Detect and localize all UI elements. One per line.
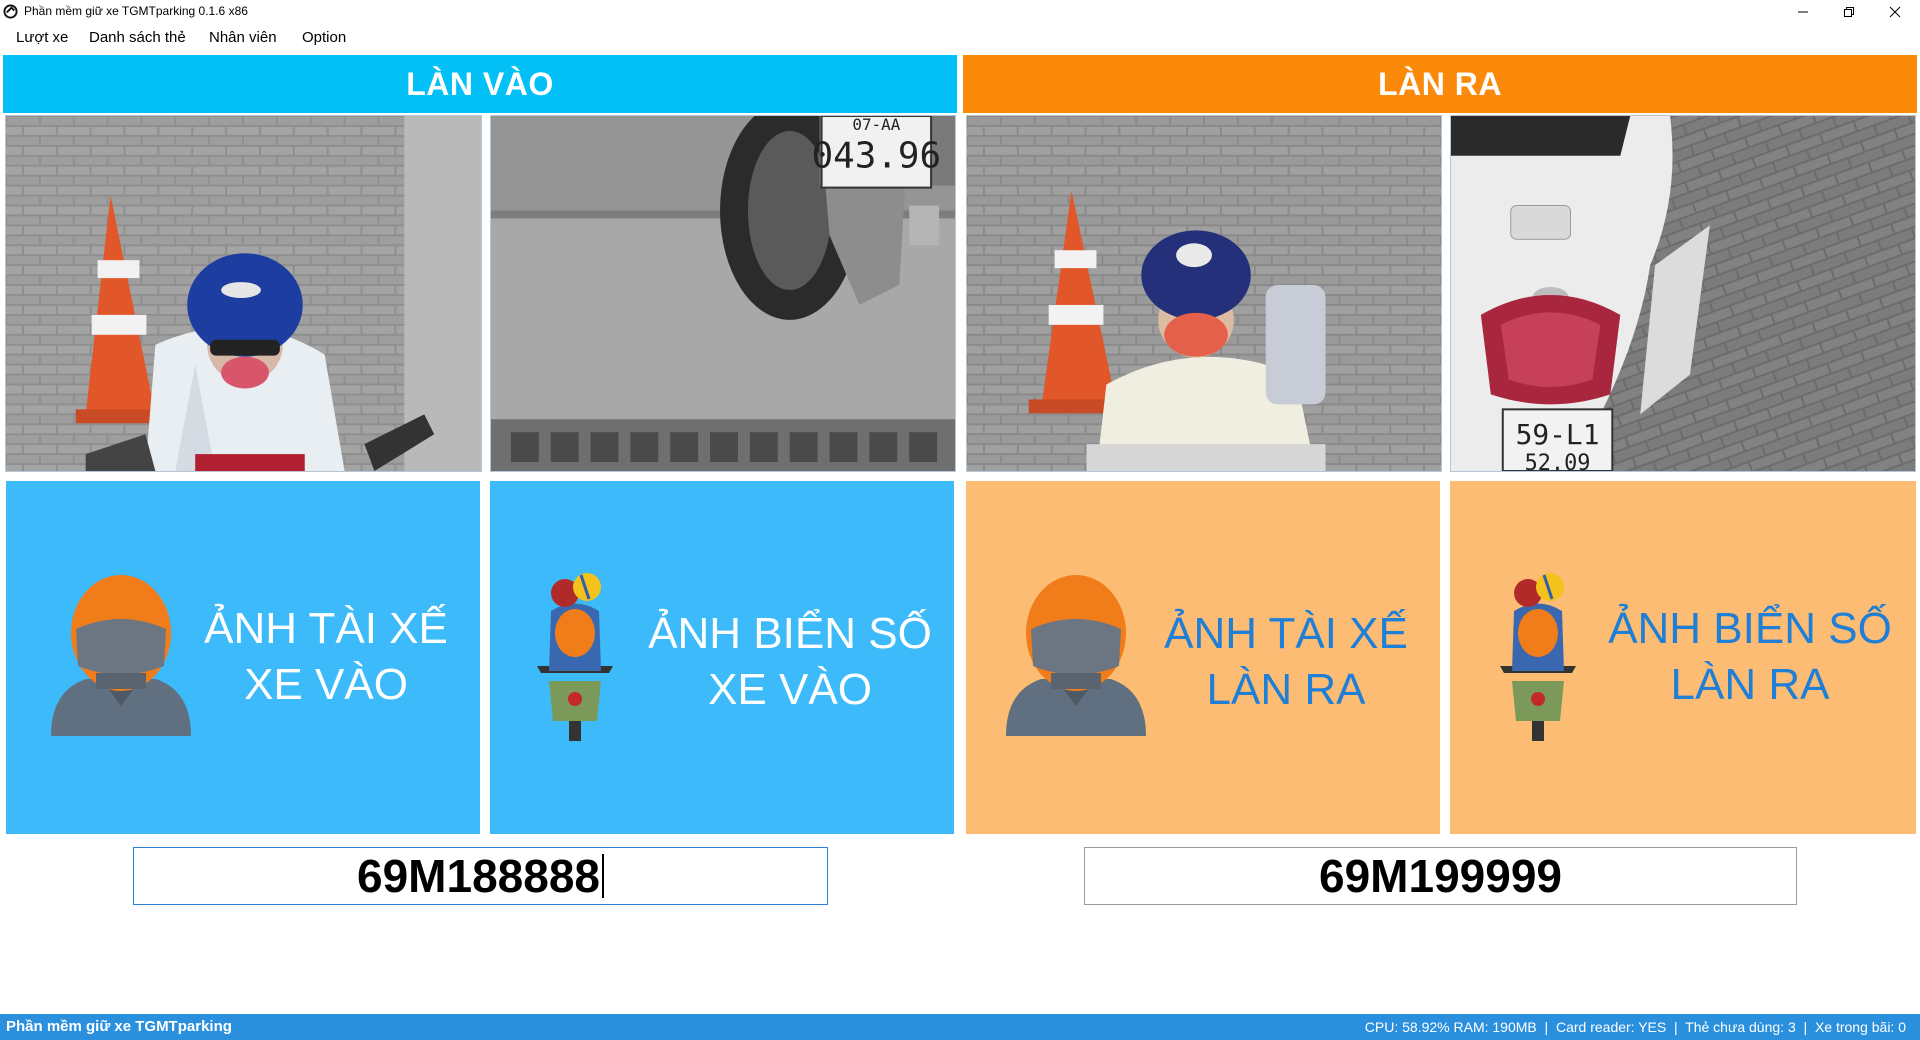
lane-out-plate-image-bottom: 52.09 — [1525, 451, 1591, 471]
lane-out-plate-photo-panel: ẢNH BIỂN SỐ LÀN RA — [1450, 481, 1916, 834]
menu-danh-sach-the[interactable]: Danh sách thẻ — [89, 29, 186, 46]
menu-luot-xe[interactable]: Lượt xe — [16, 29, 68, 46]
minimize-icon — [1798, 11, 1808, 13]
menu-option[interactable]: Option — [302, 29, 346, 46]
status-separator: | — [1544, 1019, 1549, 1035]
lane-in-plate-camera: 07-AA 043.96 — [490, 115, 956, 472]
status-vehicles-in-lot: Xe trong bãi: 0 — [1814, 1019, 1906, 1035]
title-bar: Phần mềm giữ xe TGMTparking 0.1.6 x86 — [0, 0, 1920, 24]
window-title: Phần mềm giữ xe TGMTparking 0.1.6 x86 — [24, 4, 248, 18]
lane-out-driver-camera — [966, 115, 1442, 472]
lane-out-driver-photo-panel: ẢNH TÀI XẾ LÀN RA — [966, 481, 1440, 834]
helmet-driver-icon — [51, 575, 191, 736]
status-separator: | — [1674, 1019, 1678, 1035]
lane-out-plate-label-2: LÀN RA — [1670, 660, 1830, 709]
lane-out-driver-label-2: LÀN RA — [1206, 665, 1366, 714]
lane-in-driver-camera — [5, 115, 482, 472]
lane-in-plate-image-top: 07-AA — [852, 116, 900, 134]
menu-nhan-vien[interactable]: Nhân viên — [209, 29, 277, 46]
lane-out-header: LÀN RA — [963, 55, 1917, 113]
lane-out-plate-label-1: ẢNH BIỂN SỐ — [1608, 604, 1892, 653]
lane-in-header: LÀN VÀO — [3, 55, 957, 113]
motorbike-rider-icon — [1500, 573, 1576, 741]
lane-out-plate-image-top: 59-L1 — [1516, 418, 1600, 451]
helmet-driver-icon — [1006, 575, 1146, 736]
lane-in-plate-image-bottom: 043.96 — [812, 136, 941, 177]
text-caret — [601, 854, 604, 898]
lane-in-driver-label-2: XE VÀO — [244, 660, 408, 709]
menu-bar: Lượt xe Danh sách thẻ Nhân viên Option — [0, 24, 1920, 52]
status-separator: | — [1803, 1019, 1808, 1035]
lane-out-plate-camera: 59-L1 52.09 — [1450, 115, 1916, 472]
restore-icon — [1844, 7, 1854, 17]
status-unused-cards: Thẻ chưa dùng: 3 — [1685, 1019, 1796, 1035]
lane-out-plate-input[interactable]: 69M199999 — [1084, 847, 1797, 905]
status-app-name: Phần mềm giữ xe TGMTparking — [6, 1018, 232, 1035]
minimize-button[interactable] — [1780, 0, 1826, 24]
lane-in-driver-photo-panel: ẢNH TÀI XẾ XE VÀO — [6, 481, 480, 834]
status-cpu-ram: CPU: 58.92% RAM: 190MB — [1364, 1019, 1537, 1035]
status-info: CPU: 58.92% RAM: 190MB | Card reader: YE… — [1365, 1019, 1906, 1035]
lane-out-plate-value: 69M199999 — [1319, 850, 1562, 902]
motorbike-rider-icon — [537, 573, 613, 741]
lane-in-plate-value: 69M188888 — [357, 850, 600, 902]
status-card-reader: Card reader: YES — [1555, 1019, 1667, 1035]
lane-in-plate-photo-panel: ẢNH BIỂN SỐ XE VÀO — [490, 481, 954, 834]
status-bar: Phần mềm giữ xe TGMTparking CPU: 58.92% … — [0, 1014, 1920, 1040]
app-logo-icon — [3, 4, 18, 19]
lane-in-plate-label-1: ẢNH BIỂN SỐ — [648, 609, 932, 658]
lane-in-driver-label-1: ẢNH TÀI XẾ — [204, 604, 448, 653]
close-button[interactable] — [1872, 0, 1918, 24]
lane-in-plate-label-2: XE VÀO — [708, 665, 872, 714]
lane-out-driver-label-1: ẢNH TÀI XẾ — [1164, 609, 1408, 658]
lane-in-plate-input[interactable]: 69M188888 — [133, 847, 828, 905]
close-icon — [1889, 6, 1901, 18]
maximize-button[interactable] — [1826, 0, 1872, 24]
